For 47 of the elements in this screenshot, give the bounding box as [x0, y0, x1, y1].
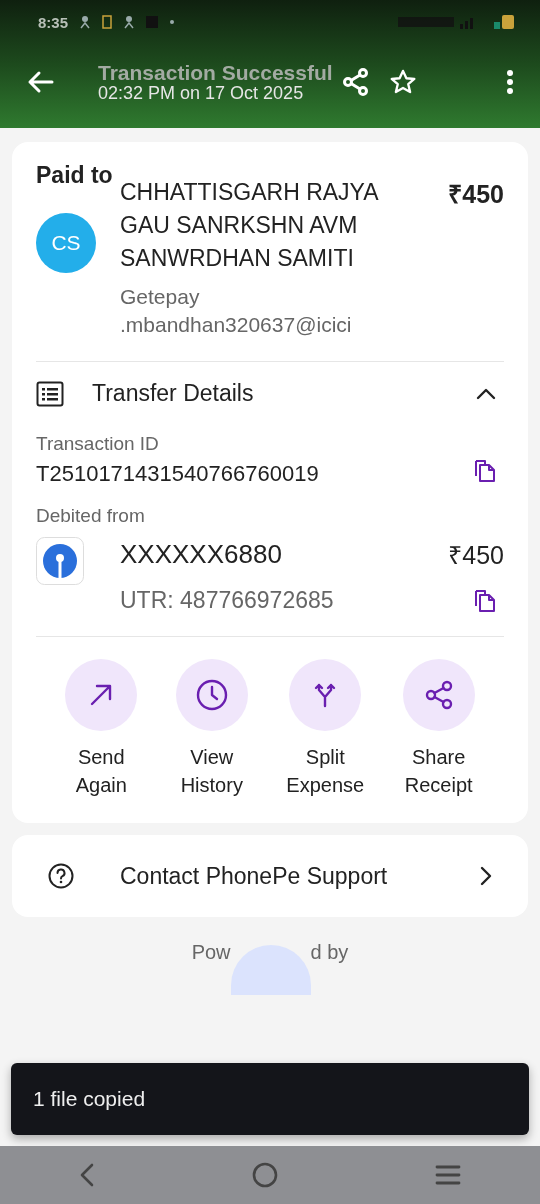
action-label: Send Again: [75, 745, 127, 798]
paid-to-label: Paid to: [36, 162, 114, 189]
bank-logo-icon: [36, 537, 84, 585]
phone-icon: [102, 15, 113, 29]
status-time: 8:35: [38, 13, 69, 31]
nav-home-icon[interactable]: [252, 1162, 278, 1188]
person-icon: [80, 15, 91, 29]
action-label: View History: [180, 745, 243, 798]
back-arrow-icon[interactable]: [26, 70, 54, 94]
chevron-right-icon: [480, 866, 492, 886]
action-label: Split Expense: [286, 745, 365, 798]
more-options-icon[interactable]: [506, 69, 514, 95]
transaction-id-label: Transaction ID: [36, 433, 160, 455]
debited-amount: ₹450: [448, 540, 504, 571]
history-action-icon[interactable]: [175, 659, 248, 731]
dot-icon: [170, 20, 175, 24]
account-number: XXXXXX6880: [120, 538, 282, 570]
send-action-icon[interactable]: [65, 659, 138, 731]
payee-name: CHHATTISGARH RAJYA GAU SANRKSHN AVM SANWRDHAN SAMITI: [120, 178, 379, 273]
nav-recents-icon[interactable]: [435, 1164, 462, 1186]
share-action-icon[interactable]: [402, 659, 475, 731]
chevron-icon: [476, 387, 496, 400]
nav-back-icon[interactable]: [78, 1163, 95, 1187]
transfer-details-header[interactable]: Transfer Details: [36, 380, 504, 407]
upi-id: .mbandhan320637@icici: [120, 312, 353, 338]
star-icon[interactable]: [388, 68, 417, 96]
screen-title: Transaction Successful: [98, 60, 333, 84]
powered-by-text: Pow: [191, 941, 231, 964]
payee-avatar: CS: [36, 213, 96, 273]
support-button[interactable]: Contact PhonePe Support: [12, 835, 528, 917]
help-icon: [48, 863, 74, 889]
upi-id: Getepay: [120, 284, 201, 310]
copy-icon[interactable]: [474, 459, 496, 483]
action-label: Share Receipt: [404, 745, 473, 798]
toast-message: 1 file copied: [11, 1063, 529, 1135]
share-icon[interactable]: [342, 68, 369, 96]
paid-amount: ₹450: [447, 179, 504, 210]
split-action-icon[interactable]: [289, 659, 362, 731]
transaction-date: 02:32 PM on 17 Oct 2025: [98, 83, 305, 104]
transaction-id: T2510171431540766760019: [36, 461, 319, 487]
app-icon: [146, 16, 159, 28]
person-icon: [124, 15, 135, 29]
copy-icon[interactable]: [474, 588, 496, 613]
list-icon: [36, 380, 64, 407]
powered-by-text: d by: [310, 941, 349, 964]
debited-from-label: Debited from: [36, 505, 146, 527]
utr-number: UTR: 487766972685: [120, 587, 334, 614]
